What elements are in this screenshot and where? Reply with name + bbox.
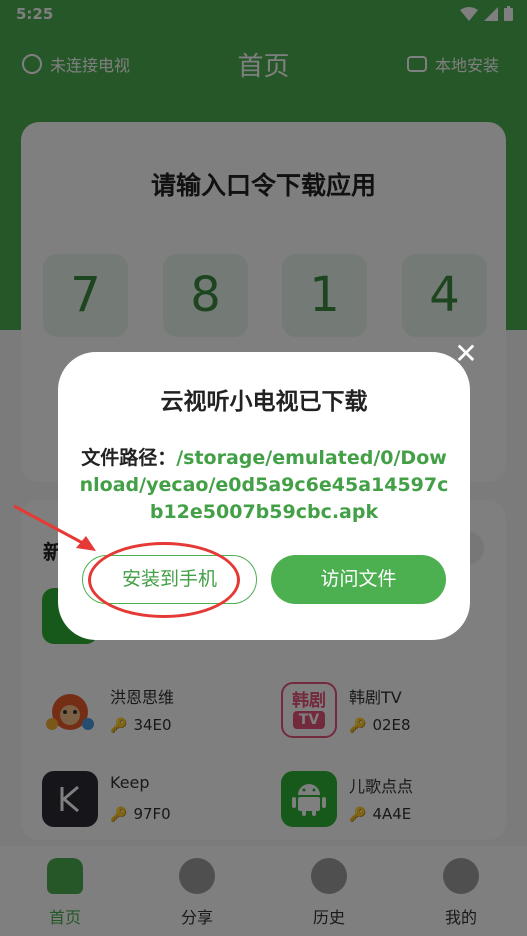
file-path: 文件路径：/storage/emulated/0/Download/yecao/… xyxy=(78,445,450,526)
highlight-circle xyxy=(88,542,240,618)
visit-file-button[interactable]: 访问文件 xyxy=(271,555,446,604)
pointer-arrow-icon xyxy=(13,504,96,551)
dialog-title: 云视听小电视已下载 xyxy=(160,389,368,415)
file-path-label: 文件路径： xyxy=(81,447,177,469)
